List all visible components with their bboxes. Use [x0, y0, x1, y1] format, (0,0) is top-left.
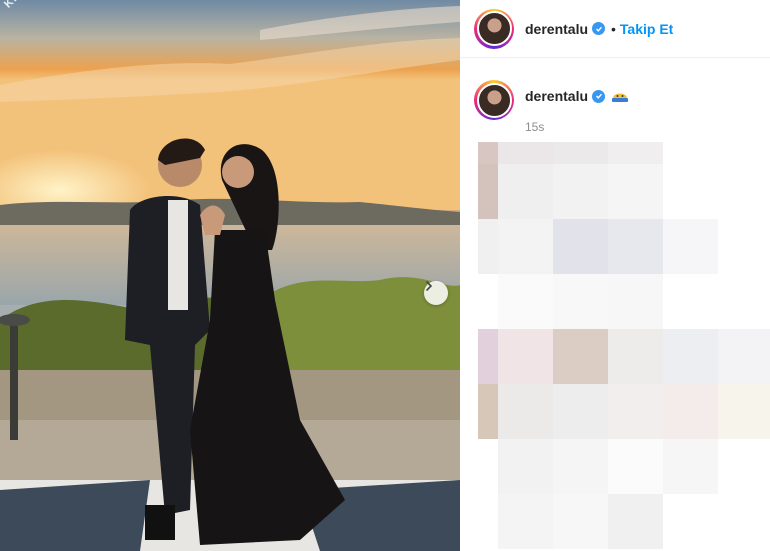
caption: derentalu 15s — [460, 58, 770, 134]
header-username[interactable]: derentalu — [525, 21, 588, 37]
avatar[interactable] — [474, 8, 514, 49]
post-photo[interactable]: KE — [0, 0, 460, 551]
post-header: derentalu • Takip Et — [460, 0, 770, 58]
follow-button[interactable]: Takip Et — [620, 21, 673, 37]
verified-badge-icon — [592, 89, 606, 103]
post-sidebar: derentalu • Takip Et derentalu 15s — [460, 0, 770, 551]
chevron-right-icon — [426, 281, 433, 291]
sunset-couple-image — [0, 0, 460, 551]
next-photo-button[interactable] — [424, 281, 448, 305]
caption-avatar[interactable] — [474, 80, 514, 120]
blurred-comments — [478, 142, 770, 551]
crying-face-emoji-icon — [611, 88, 629, 104]
separator: • — [611, 20, 616, 37]
post-timestamp: 15s — [525, 120, 545, 134]
verified-badge-icon — [592, 22, 606, 35]
caption-username[interactable]: derentalu — [525, 88, 588, 104]
